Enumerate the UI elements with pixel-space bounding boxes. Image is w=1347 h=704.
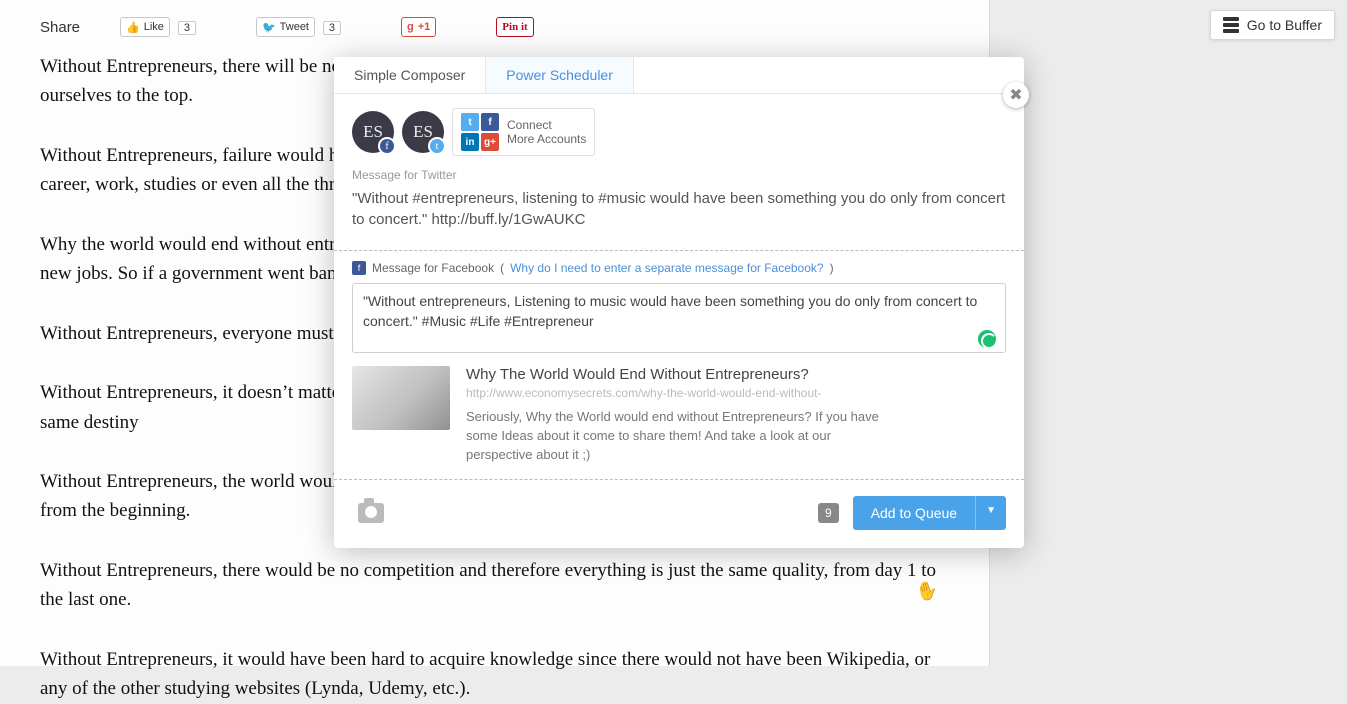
share-bar: Share 👍Like 3 🐦Tweet 3 g+1 Pin it: [40, 8, 949, 46]
character-count-badge: 9: [818, 503, 839, 523]
profile-row: ES f ES t t f in g+ Connect More Account…: [352, 108, 1006, 156]
twitter-icon: t: [461, 113, 479, 131]
facebook-badge-icon: f: [378, 137, 396, 155]
camera-icon[interactable]: [358, 503, 384, 523]
fb-like-button[interactable]: 👍Like 3: [120, 17, 196, 37]
goto-buffer-button[interactable]: Go to Buffer: [1210, 10, 1335, 40]
chevron-down-icon[interactable]: ▼: [975, 496, 1006, 530]
facebook-message-label: Message for Facebook: [372, 261, 494, 275]
twitter-message-text[interactable]: "Without #entrepreneurs, listening to #m…: [352, 186, 1006, 232]
linkedin-icon: in: [461, 133, 479, 151]
share-label: Share: [40, 19, 80, 36]
connect-more-accounts[interactable]: t f in g+ Connect More Accounts: [452, 108, 595, 156]
article-paragraph: Without Entrepreneurs, it would have bee…: [40, 645, 949, 704]
profile-avatar-twitter[interactable]: ES t: [402, 111, 444, 153]
twitter-section: ES f ES t t f in g+ Connect More Account…: [334, 94, 1024, 250]
buffer-composer-modal: ✖ Simple Composer Power Scheduler ES f E…: [334, 57, 1024, 548]
link-preview: Why The World Would End Without Entrepre…: [334, 366, 1024, 479]
pinit-button[interactable]: Pin it: [496, 17, 533, 37]
link-preview-thumbnail[interactable]: [352, 366, 450, 430]
composer-tabs: Simple Composer Power Scheduler: [334, 57, 1024, 94]
twitter-badge-icon: t: [428, 137, 446, 155]
facebook-message-textarea[interactable]: [352, 283, 1006, 353]
link-preview-title: Why The World Would End Without Entrepre…: [466, 366, 896, 383]
more-accounts-label: More Accounts: [507, 132, 586, 146]
grammarly-icon[interactable]: [978, 330, 996, 348]
tab-simple-composer[interactable]: Simple Composer: [334, 57, 486, 93]
facebook-why-link[interactable]: Why do I need to enter a separate messag…: [510, 261, 824, 275]
close-icon[interactable]: ✖: [1003, 82, 1029, 108]
link-preview-description: Seriously, Why the World would end witho…: [466, 408, 896, 465]
tweet-button[interactable]: 🐦Tweet 3: [256, 17, 341, 37]
profile-avatar-facebook[interactable]: ES f: [352, 111, 394, 153]
facebook-icon: f: [352, 261, 366, 275]
buffer-stack-icon: [1223, 17, 1239, 33]
twitter-message-label: Message for Twitter: [352, 168, 1006, 182]
add-to-queue-button[interactable]: Add to Queue ▼: [853, 496, 1006, 530]
composer-footer: 9 Add to Queue ▼: [334, 480, 1024, 548]
add-to-queue-label[interactable]: Add to Queue: [853, 496, 975, 530]
network-icons-grid: t f in g+: [461, 113, 499, 151]
connect-label: Connect: [507, 118, 586, 132]
facebook-header: f Message for Facebook ( Why do I need t…: [334, 251, 1024, 279]
tab-power-scheduler[interactable]: Power Scheduler: [486, 57, 634, 93]
article-paragraph: Without Entrepreneurs, there would be no…: [40, 556, 949, 615]
googleplus-icon: g+: [481, 133, 499, 151]
gplus-button[interactable]: g+1: [401, 17, 436, 37]
link-preview-url: http://www.economysecrets.com/why-the-wo…: [466, 386, 896, 400]
goto-buffer-label: Go to Buffer: [1247, 17, 1322, 33]
facebook-icon: f: [481, 113, 499, 131]
